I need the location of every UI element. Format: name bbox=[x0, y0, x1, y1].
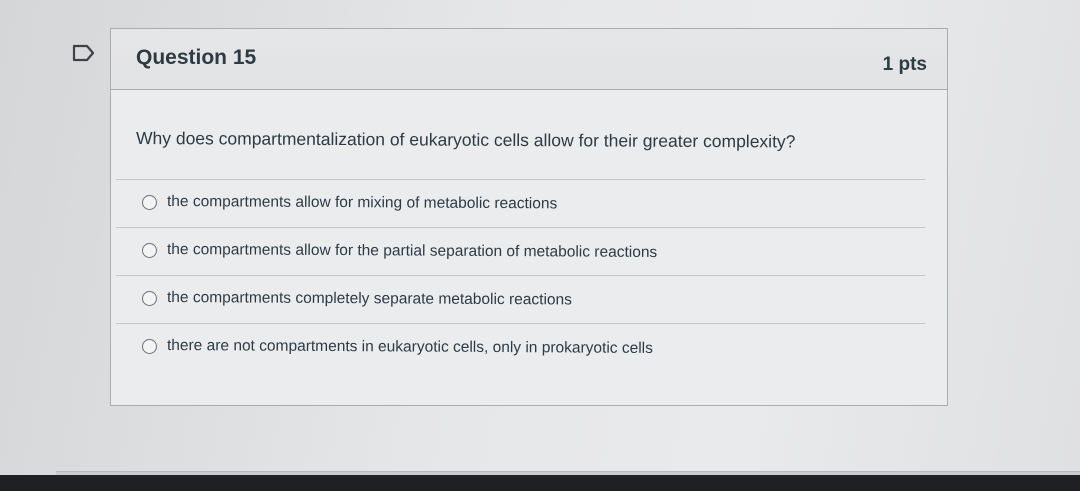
answer-option[interactable]: the compartments allow for the partial s… bbox=[111, 227, 947, 275]
answer-divider bbox=[116, 275, 925, 276]
answer-divider bbox=[116, 179, 925, 180]
answer-label[interactable]: the compartments allow for mixing of met… bbox=[167, 193, 557, 213]
question-header: Question 15 1 pts bbox=[111, 29, 947, 90]
question-points: 1 pts bbox=[882, 54, 927, 75]
question-title: Question 15 bbox=[136, 46, 257, 69]
flag-question-icon[interactable] bbox=[72, 44, 96, 62]
radio-button[interactable] bbox=[142, 339, 157, 354]
answer-divider bbox=[116, 227, 925, 228]
radio-button[interactable] bbox=[142, 195, 157, 210]
question-card: Question 15 1 pts Why does compartmental… bbox=[110, 28, 948, 406]
radio-button[interactable] bbox=[142, 291, 157, 306]
answer-label[interactable]: the compartments allow for the partial s… bbox=[167, 241, 657, 262]
answer-option[interactable]: the compartments allow for mixing of met… bbox=[111, 179, 947, 227]
answer-option[interactable]: there are not compartments in eukaryotic… bbox=[111, 323, 947, 371]
question-text: Why does compartmentalization of eukaryo… bbox=[135, 128, 796, 152]
radio-button[interactable] bbox=[142, 243, 157, 258]
answer-label[interactable]: there are not compartments in eukaryotic… bbox=[167, 337, 653, 358]
answer-divider bbox=[116, 323, 925, 324]
answer-option[interactable]: the compartments completely separate met… bbox=[111, 275, 947, 323]
screen-bezel bbox=[0, 475, 1080, 491]
answer-label[interactable]: the compartments completely separate met… bbox=[167, 289, 572, 309]
